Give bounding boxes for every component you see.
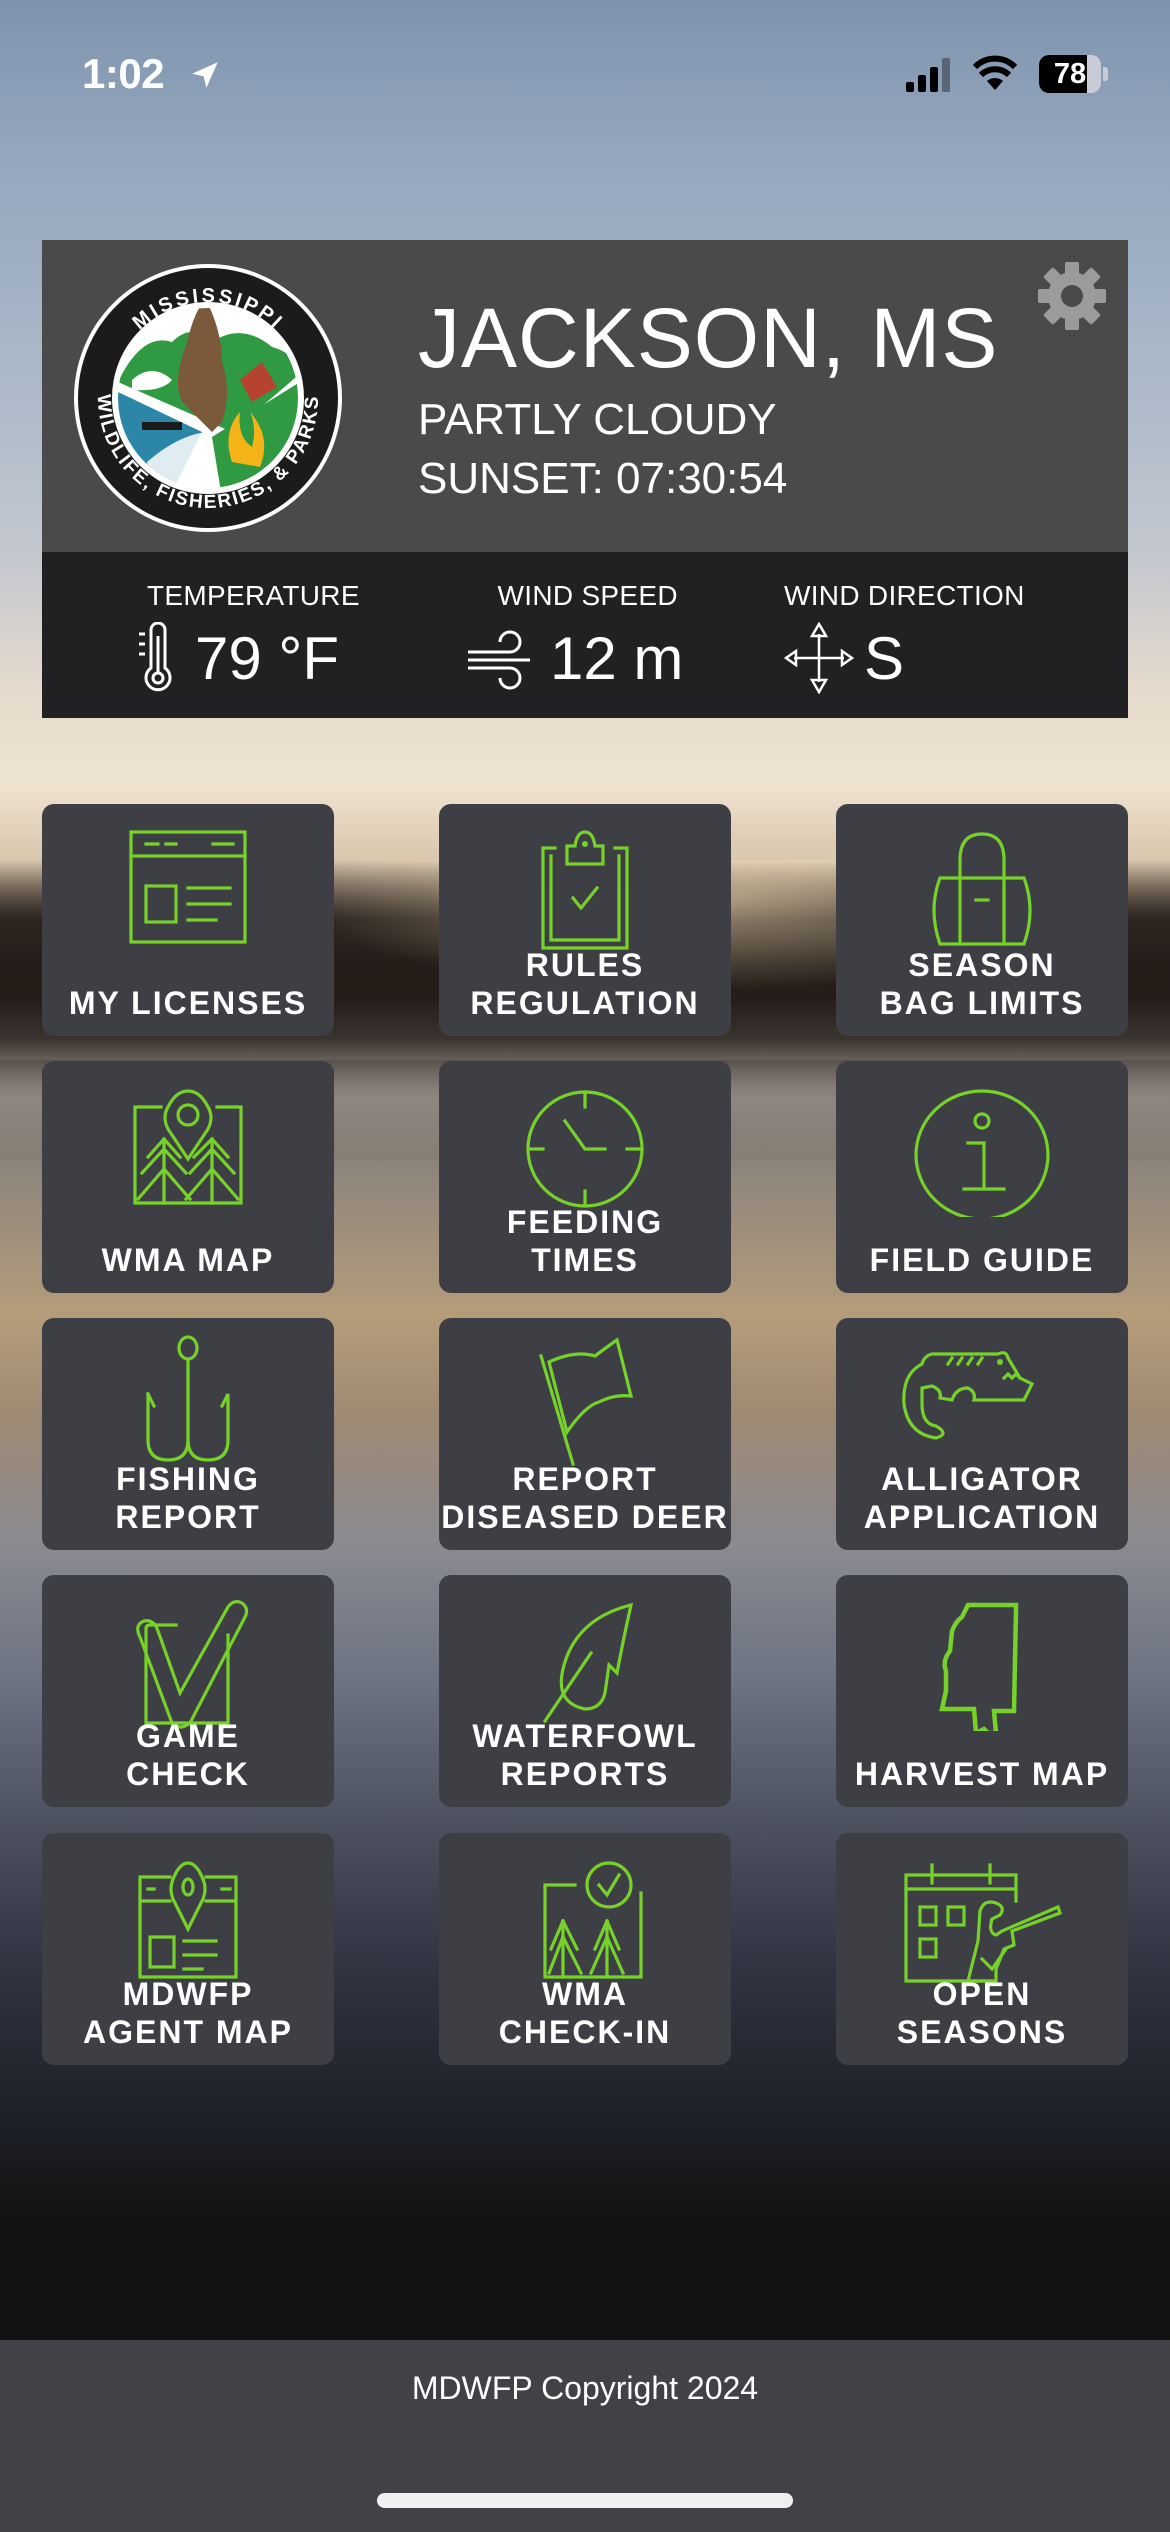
map-pin-trees-icon [133,1089,243,1205]
tile-report-diseased-deer[interactable]: REPORT DISEASED DEER [439,1318,731,1550]
location-arrow-icon [192,62,218,88]
tile-my-licenses[interactable]: MY LICENSES [42,804,334,1036]
tile-label: FEEDING TIMES [506,1204,664,1278]
info-circle-icon [914,1089,1050,1217]
tile-mdwfp-agent-map[interactable]: MDWFP AGENT MAP [42,1833,334,2065]
status-time: 1:02 [82,50,165,97]
calendar-hunter-icon [904,1863,1063,1983]
city-name: JACKSON, MS [418,291,999,385]
compass-arrows-icon [784,622,854,694]
wind-direction-value: S [864,624,905,692]
tile-label: SEASON BAG LIMITS [879,947,1085,1021]
temperature-label: TEMPERATURE [147,580,360,611]
gear-icon[interactable] [1036,260,1108,332]
checkbox-check-icon [136,1600,249,1729]
tile-season-bag-limits[interactable]: SEASON BAG LIMITS [836,804,1128,1036]
tile-label: OPEN SEASONS [896,1976,1068,2050]
tile-open-seasons[interactable]: OPEN SEASONS [836,1833,1128,2065]
feather-icon [542,1602,634,1724]
alligator-icon [902,1351,1035,1440]
footer: MDWFP Copyright 2024 [0,2340,1170,2532]
temperature-block: TEMPERATURE 79 °F [139,580,360,694]
battery-percent: 78 [1053,58,1087,90]
home-indicator[interactable] [377,2493,793,2508]
tile-label: FISHING REPORT [115,1461,261,1535]
license-card-icon [129,830,247,944]
wind-speed-label: WIND SPEED [497,580,678,611]
tile-feeding-times[interactable]: FEEDING TIMES [439,1061,731,1293]
duffel-bag-icon [932,832,1032,946]
wind-icon [468,630,530,690]
tile-waterfowl-reports[interactable]: WATERFOWL REPORTS [439,1575,731,1807]
wind-direction-block: WIND DIRECTION S [784,580,1025,694]
tile-field-guide[interactable]: FIELD GUIDE [836,1061,1128,1293]
copyright-text: MDWFP Copyright 2024 [411,2370,759,2406]
tile-label: REPORT DISEASED DEER [441,1461,729,1535]
tile-game-check[interactable]: GAME CHECK [42,1575,334,1807]
background-grass [0,2140,1170,2340]
thermometer-icon [139,622,172,692]
tile-fishing-report[interactable]: FISHING REPORT [42,1318,334,1550]
tile-label: MDWFP AGENT MAP [83,1976,293,2050]
wind-direction-label: WIND DIRECTION [784,580,1025,611]
trees-check-icon [543,1861,643,1979]
tile-label: HARVEST MAP [854,1756,1110,1792]
tile-alligator-application[interactable]: ALLIGATOR APPLICATION [836,1318,1128,1550]
wind-speed-block: WIND SPEED 12 m [468,580,684,694]
wifi-icon [972,55,1018,90]
location-weather-card: MISSISSIPPI WILDLIFE, FISHERIES, & PARKS… [42,240,1128,552]
mississippi-state-outline-icon [939,1602,1019,1731]
sunset-time: SUNSET: 07:30:54 [418,454,788,503]
mdwfp-logo: MISSISSIPPI WILDLIFE, FISHERIES, & PARKS [74,264,342,532]
wind-speed-value: 12 m [550,624,684,692]
tile-rules-regulation[interactable]: RULES REGULATION [439,804,731,1036]
fish-hook-icon [145,1335,230,1462]
weather-condition: PARTLY CLOUDY [418,395,777,444]
tile-wma-check-in[interactable]: WMA CHECK-IN [439,1833,731,2065]
flag-icon [539,1337,634,1466]
agent-map-pin-icon [138,1861,238,1979]
tile-label: ALLIGATOR APPLICATION [863,1461,1101,1535]
temperature-value: 79 °F [195,624,340,692]
status-bar: 1:02 78 [0,0,1170,150]
tile-wma-map[interactable]: WMA MAP [42,1061,334,1293]
clock-icon [526,1090,644,1208]
tile-label: WMA MAP [101,1242,275,1278]
tile-label: FIELD GUIDE [869,1242,1095,1278]
clipboard-check-icon [541,830,629,950]
tile-label: WATERFOWL REPORTS [472,1718,698,1792]
tile-label: WMA CHECK-IN [498,1976,672,2050]
tile-label: RULES REGULATION [470,947,700,1021]
tile-label: MY LICENSES [68,985,308,1021]
tile-harvest-map[interactable]: HARVEST MAP [836,1575,1128,1807]
weather-strip: TEMPERATURE 79 °F WIND SPEED 12 m WIND D… [42,552,1128,718]
tile-label: GAME CHECK [126,1718,250,1792]
battery-indicator: 78 [1039,55,1111,93]
cellular-signal-icon [906,58,950,92]
